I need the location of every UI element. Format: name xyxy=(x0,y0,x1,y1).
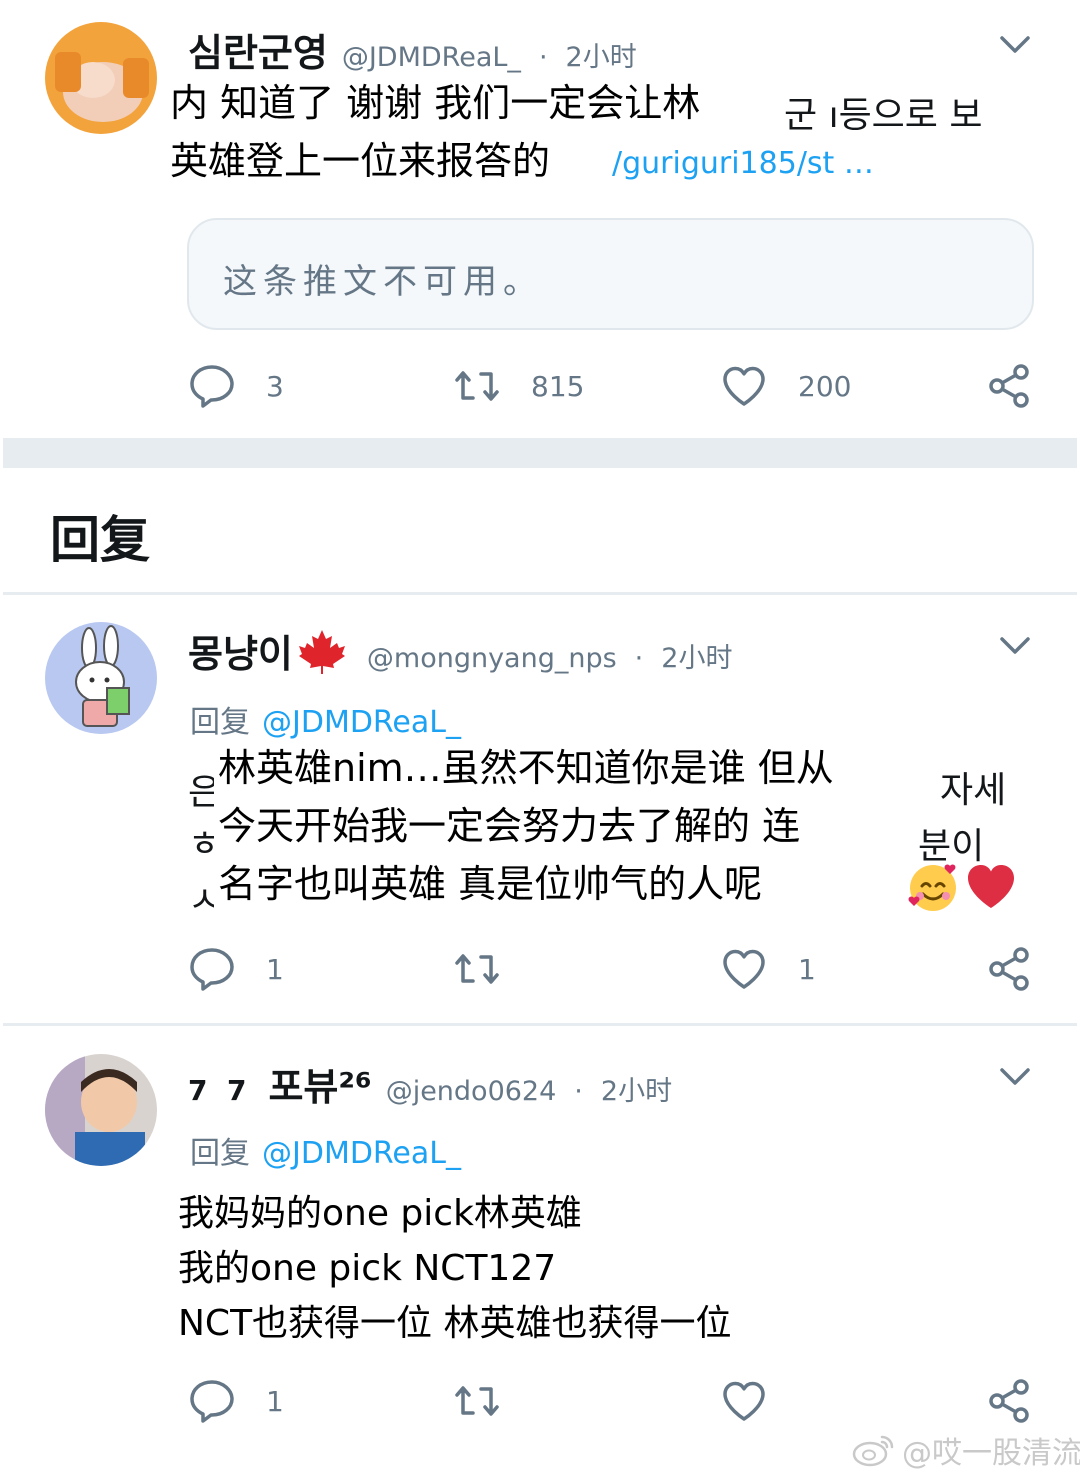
chevron-down-icon[interactable] xyxy=(996,627,1034,665)
share-icon[interactable] xyxy=(986,362,1034,410)
heart-outline-icon[interactable] xyxy=(720,945,768,993)
share-action[interactable] xyxy=(986,356,1034,416)
reply-label: 回复 xyxy=(190,1136,250,1171)
share-action[interactable] xyxy=(986,939,1034,999)
display-name[interactable]: 심란군영 xyxy=(188,22,328,77)
retweet-action[interactable] xyxy=(453,939,501,999)
tweet-text-line: 名字也叫英雄 真是位帅气的人呢 xyxy=(214,855,767,913)
avatar[interactable] xyxy=(45,22,157,134)
mention-link[interactable]: @JDMDReaL_ xyxy=(262,705,461,740)
tweet-actions: 3 815 200 xyxy=(188,356,1038,416)
separator-dot: · xyxy=(538,42,548,73)
tweet-text: 我妈妈的one pick林英雄 我的one pick NCT127 NCT也获得… xyxy=(174,1186,736,1351)
separator-dot: · xyxy=(574,1076,583,1107)
tweet-text-line: 英雄登上一位来报答的 xyxy=(166,132,555,190)
reply-count: 1 xyxy=(266,1384,284,1418)
like-action[interactable]: 200 xyxy=(720,356,851,416)
tweet-text-line: 内 知道了 谢谢 我们一定会让林 xyxy=(166,74,705,132)
timestamp[interactable]: 2小时 xyxy=(661,636,732,675)
replying-to: 回复 @JDMDReaL_ xyxy=(190,697,461,741)
share-action[interactable] xyxy=(986,1371,1034,1431)
retweet-icon[interactable] xyxy=(453,945,501,993)
share-icon[interactable] xyxy=(986,1377,1034,1425)
user-handle[interactable]: @mongnyang_nps xyxy=(367,643,617,674)
tweet-text: 林英雄nim…虽然不知道你是谁 但从 今天开始我一定会努力去了解的 连 名字也叫… xyxy=(214,739,838,913)
section-separator xyxy=(3,438,1077,468)
watermark-text: @哎一股清流 xyxy=(902,1436,1080,1471)
mention-link[interactable]: @JDMDReaL_ xyxy=(262,1136,461,1171)
like-count: 200 xyxy=(798,369,852,403)
reply-action[interactable]: 3 xyxy=(188,356,284,416)
reply-action[interactable]: 1 xyxy=(188,939,284,999)
weibo-logo-icon xyxy=(852,1435,894,1467)
original-text-fragment: 군 ı등으로 보 xyxy=(784,95,983,136)
like-count: 1 xyxy=(798,952,816,986)
reply-bubble-icon[interactable] xyxy=(188,945,236,993)
unavailable-message: 这条推文不可用。 xyxy=(223,262,543,302)
tweet-text-line: 我的one pick NCT127 xyxy=(174,1241,561,1296)
reply-label: 回复 xyxy=(190,705,250,740)
tweet-text-line: 我妈妈的one pick林英雄 xyxy=(174,1186,586,1241)
tweet-header: 심란군영 @JDMDReaL_ · 2小时 xyxy=(188,22,637,77)
reply-bubble-icon[interactable] xyxy=(188,1377,236,1425)
tweet-header: 몽냥이 @mongnyang_nps · 2小时 xyxy=(188,623,732,678)
display-name[interactable]: 포뷰²⁶ xyxy=(268,1056,371,1111)
tweet-text: 内 知道了 谢谢 我们一定会让林 英雄登上一位来报答的 xyxy=(166,74,705,190)
quoted-tweet-card: 심란군영 @JDMDReaL_ · 2小时 군 ı등으로 보 /guriguri… xyxy=(0,0,1080,440)
share-icon[interactable] xyxy=(986,945,1034,993)
weibo-watermark: @哎一股清流 xyxy=(852,1428,1080,1472)
retweet-action[interactable]: 815 xyxy=(453,356,584,416)
heart-outline-icon[interactable] xyxy=(720,362,768,410)
avatar[interactable] xyxy=(45,1054,157,1166)
tweet-text-line: 今天开始我一定会努力去了解的 连 xyxy=(214,797,805,855)
tweet-text-line: NCT也获得一位 林英雄也获得一位 xyxy=(174,1296,736,1351)
timestamp[interactable]: 2小时 xyxy=(566,35,637,74)
tweet-actions: 1 1 xyxy=(188,939,1038,999)
retweet-icon[interactable] xyxy=(453,1377,501,1425)
reply-bubble-icon[interactable] xyxy=(188,362,236,410)
retweet-icon[interactable] xyxy=(453,362,501,410)
heart-outline-icon[interactable] xyxy=(720,1377,768,1425)
red-heart-icon xyxy=(968,865,1014,908)
display-name-prefix[interactable]: 7 7 xyxy=(188,1074,246,1107)
retweet-action[interactable] xyxy=(453,1371,501,1431)
maple-leaf-icon xyxy=(298,629,345,674)
retweet-count: 815 xyxy=(531,369,585,403)
replying-to: 回复 @JDMDReaL_ xyxy=(190,1128,461,1172)
user-handle[interactable]: @jendo0624 xyxy=(386,1076,557,1107)
replies-heading: 回复 xyxy=(50,511,150,569)
display-name[interactable]: 몽냥이 xyxy=(188,623,293,678)
chevron-down-icon[interactable] xyxy=(996,1058,1034,1096)
timestamp[interactable]: 2小时 xyxy=(601,1069,672,1108)
reply-count: 3 xyxy=(266,369,284,403)
unavailable-quote-box: 这条推文不可用。 xyxy=(187,218,1034,330)
like-action[interactable] xyxy=(720,1371,768,1431)
reply-action[interactable]: 1 xyxy=(188,1371,284,1431)
avatar[interactable] xyxy=(45,622,157,734)
user-handle[interactable]: @JDMDReaL_ xyxy=(342,42,521,73)
smiling-face-with-hearts-icon xyxy=(908,864,956,911)
like-action[interactable]: 1 xyxy=(720,939,816,999)
tweet-header: 7 7 포뷰²⁶ @jendo0624 · 2小时 xyxy=(188,1056,672,1111)
original-text-fragment: 자세 xyxy=(940,770,1007,811)
separator-dot: · xyxy=(634,643,644,674)
tweet-text-line: 林英雄nim…虽然不知道你是谁 但从 xyxy=(214,739,838,797)
reply-count: 1 xyxy=(266,952,284,986)
tweet-actions: 1 xyxy=(188,1371,1038,1431)
reply-tweet: 몽냥이 @mongnyang_nps · 2小时 回复 @JDMDReaL_ 은 … xyxy=(0,595,1080,1025)
reply-tweet: 7 7 포뷰²⁶ @jendo0624 · 2小时 回复 @JDMDReaL_ 我… xyxy=(0,1026,1080,1473)
chevron-down-icon[interactable] xyxy=(996,26,1034,64)
